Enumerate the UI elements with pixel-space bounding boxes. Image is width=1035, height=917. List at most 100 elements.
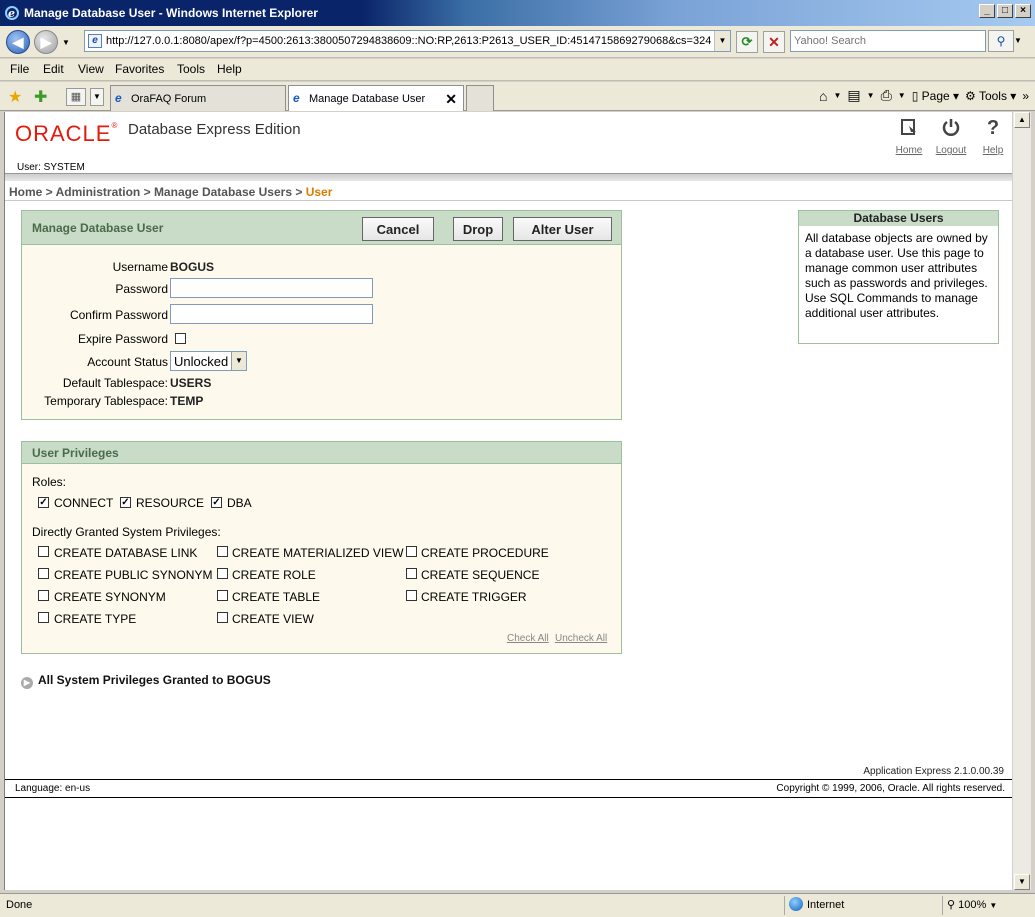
header-help-link[interactable]: ? Help [979, 116, 1007, 156]
tools-menu[interactable]: ⚙ Tools ▾ [965, 89, 1016, 103]
menu-favorites[interactable]: Favorites [115, 62, 164, 76]
menu-view[interactable]: View [78, 62, 104, 76]
footer: Language: en-us Copyright © 1999, 2006, … [5, 779, 1012, 798]
role-dba-label: DBA [227, 496, 252, 510]
back-button[interactable]: ◀ [6, 30, 30, 54]
recent-pages-dropdown-icon[interactable]: ▼ [62, 38, 70, 47]
product-name: Database Express Edition [128, 121, 301, 138]
chevron-down-icon[interactable]: ▼ [231, 352, 246, 370]
header-logout-link[interactable]: Logout [931, 116, 971, 156]
breadcrumb-separator: > [292, 185, 306, 199]
print-dropdown-icon[interactable]: ▼ [898, 91, 906, 100]
expire-password-checkbox[interactable] [175, 333, 186, 344]
tab-manage-database-user[interactable]: e Manage Database User ✕ [288, 85, 464, 111]
address-dropdown-icon[interactable]: ▼ [714, 31, 730, 51]
help-region-text: All database objects are owned by a data… [805, 231, 988, 320]
gear-icon: ⚙ [965, 88, 976, 103]
confirm-password-field[interactable] [170, 304, 373, 324]
drop-button[interactable]: Drop [453, 217, 503, 241]
stop-icon[interactable]: ✕ [763, 31, 785, 53]
priv-checkbox[interactable] [38, 546, 49, 557]
page-icon: e [88, 34, 102, 48]
breadcrumb-manage-users[interactable]: Manage Database Users [154, 185, 292, 199]
manage-user-region-header: Manage Database User Cancel Drop Alter U… [22, 211, 621, 245]
breadcrumb-administration[interactable]: Administration [56, 185, 141, 199]
user-privileges-region: User Privileges Roles: ✓ CONNECT ✓ RESOU… [21, 441, 622, 654]
alter-user-button[interactable]: Alter User [513, 217, 612, 241]
priv-checkbox[interactable] [406, 568, 417, 579]
quick-tabs-icon[interactable]: ▦ [66, 88, 86, 106]
print-icon[interactable]: ⎙ [881, 87, 892, 104]
system-privileges-label: Directly Granted System Privileges: [32, 525, 221, 539]
header-help-label: Help [982, 145, 1004, 156]
priv-label: CREATE PROCEDURE [421, 546, 549, 560]
address-url[interactable]: http://127.0.0.1:8080/apex/f?p=4500:2613… [106, 35, 711, 47]
check-all-link[interactable]: Check All [507, 633, 549, 644]
menu-file[interactable]: File [10, 62, 29, 76]
new-tab-button[interactable] [466, 85, 494, 111]
home-dropdown-icon[interactable]: ▼ [834, 91, 842, 100]
feeds-dropdown-icon[interactable]: ▼ [867, 91, 875, 100]
close-tab-icon[interactable]: ✕ [445, 91, 457, 108]
account-status-select[interactable]: Unlocked ▼ [170, 351, 247, 371]
priv-checkbox[interactable] [217, 590, 228, 601]
role-resource-checkbox[interactable]: ✓ [120, 497, 131, 508]
page-menu[interactable]: ▯ Page ▾ [912, 89, 959, 103]
status-bar: Done Internet ⚲ 100% ▼ [0, 893, 1035, 917]
minimize-button[interactable]: _ [979, 4, 995, 18]
priv-checkbox[interactable] [217, 546, 228, 557]
priv-label: CREATE ROLE [232, 568, 316, 582]
user-privileges-header: User Privileges [22, 442, 621, 464]
add-favorite-icon[interactable]: ✚ [34, 87, 47, 107]
vertical-scrollbar[interactable]: ▲ ▼ [1012, 112, 1031, 890]
refresh-icon[interactable]: ⟳ [736, 31, 758, 53]
role-connect-checkbox[interactable]: ✓ [38, 497, 49, 508]
tab-list-dropdown-icon[interactable]: ▼ [90, 88, 104, 106]
priv-checkbox[interactable] [217, 568, 228, 579]
account-status-label: Account Status [87, 355, 168, 369]
menu-tools[interactable]: Tools [177, 62, 205, 76]
breadcrumb-home[interactable]: Home [9, 185, 42, 199]
tab-orafaq-forum[interactable]: e OraFAQ Forum [110, 85, 286, 111]
role-dba-checkbox[interactable]: ✓ [211, 497, 222, 508]
scroll-down-icon[interactable]: ▼ [1014, 874, 1030, 890]
feeds-icon[interactable]: ▤ [847, 87, 860, 104]
search-box[interactable] [790, 30, 986, 52]
priv-checkbox[interactable] [406, 590, 417, 601]
oracle-logo: ORACLE® [15, 121, 119, 146]
priv-checkbox[interactable] [38, 568, 49, 579]
expand-arrow-icon[interactable]: ▶ [21, 677, 33, 689]
priv-checkbox[interactable] [38, 590, 49, 601]
maximize-button[interactable]: □ [997, 4, 1013, 18]
search-input[interactable] [794, 32, 984, 50]
search-icon[interactable]: ⚲ [988, 30, 1014, 52]
header-home-link[interactable]: Home [893, 116, 925, 156]
chevron-more-icon[interactable]: » [1022, 89, 1029, 103]
priv-checkbox[interactable] [38, 612, 49, 623]
ie-logo-icon: e [4, 5, 20, 21]
search-options-dropdown-icon[interactable]: ▼ [1014, 36, 1022, 45]
footer-copyright: Copyright © 1999, 2006, Oracle. All righ… [776, 783, 1005, 794]
close-window-button[interactable]: × [1015, 4, 1031, 18]
database-users-help-region: Database Users All database objects are … [798, 210, 999, 344]
priv-checkbox[interactable] [217, 612, 228, 623]
user-privileges-title: User Privileges [32, 446, 119, 460]
favorites-star-icon[interactable]: ★ [8, 87, 22, 107]
tab-bar: ★ ✚ ▦ ▼ e OraFAQ Forum e Manage Database… [0, 82, 1035, 111]
menu-help[interactable]: Help [217, 62, 242, 76]
all-system-privileges-toggle[interactable]: ▶ All System Privileges Granted to BOGUS [21, 673, 271, 689]
scroll-up-icon[interactable]: ▲ [1014, 112, 1030, 128]
security-zone[interactable]: Internet [784, 896, 940, 915]
uncheck-all-link[interactable]: Uncheck All [555, 633, 607, 644]
password-field[interactable] [170, 278, 373, 298]
cancel-button[interactable]: Cancel [362, 217, 434, 241]
zoom-control[interactable]: ⚲ 100% ▼ [942, 896, 1032, 915]
zone-label: Internet [807, 899, 845, 911]
forward-button[interactable]: ▶ [34, 30, 58, 54]
priv-label: CREATE TRIGGER [421, 590, 527, 604]
menu-edit[interactable]: Edit [43, 62, 64, 76]
address-bar[interactable]: e http://127.0.0.1:8080/apex/f?p=4500:26… [84, 30, 731, 52]
zoom-dropdown-icon[interactable]: ▼ [989, 901, 997, 910]
priv-checkbox[interactable] [406, 546, 417, 557]
home-icon[interactable]: ⌂ [819, 88, 827, 104]
